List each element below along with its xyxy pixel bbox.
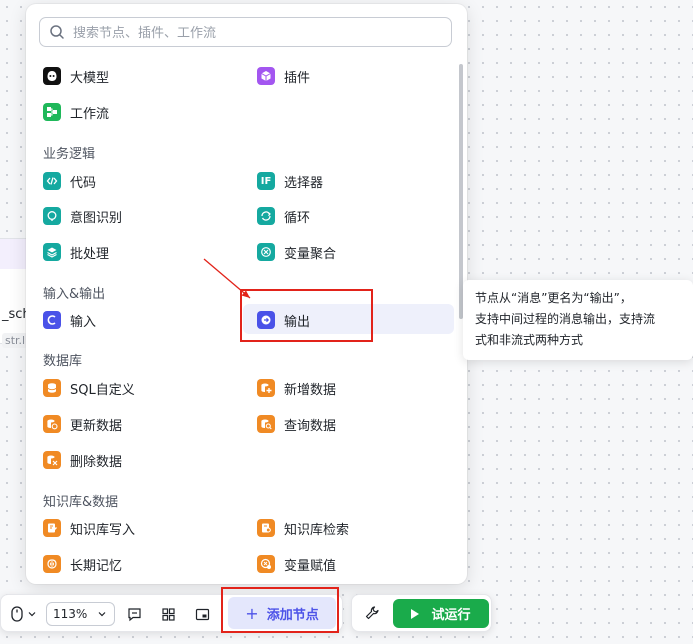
database-delete-icon — [43, 451, 61, 469]
comment-button[interactable] — [125, 605, 143, 623]
run-toolbar: 试运行 — [351, 594, 492, 632]
search-icon — [50, 25, 64, 39]
output-tooltip: 节点从“消息”更名为“输出”， 支持中间过程的消息输出，支持流 式和非流式两种方… — [463, 280, 693, 360]
database-icon — [43, 379, 61, 397]
input-icon — [43, 311, 61, 329]
node-item-label: 删除数据 — [70, 454, 123, 470]
node-item-variable-aggregate[interactable]: 变量聚合 — [257, 239, 336, 265]
canvas-node-type-tag: str.l — [2, 333, 29, 348]
workflow-icon — [43, 103, 61, 121]
node-item-label: 知识库写入 — [70, 522, 136, 538]
node-item-label: 更新数据 — [70, 418, 123, 434]
node-item-label: SQL自定义 — [70, 382, 135, 398]
section-knowledge-data: 知识库&数据 — [43, 495, 119, 510]
test-run-button[interactable]: 试运行 — [393, 599, 489, 628]
code-icon — [43, 172, 61, 190]
panel-scrollbar[interactable] — [459, 64, 463, 319]
minimap-icon — [195, 608, 209, 620]
loop-icon — [257, 207, 275, 225]
node-item-variable-assign[interactable]: 变量赋值 — [257, 551, 336, 577]
node-item-label: 工作流 — [70, 106, 110, 122]
node-item-label: 查询数据 — [284, 418, 337, 434]
zoom-select[interactable]: 113% — [46, 602, 115, 626]
tooltip-line: 节点从“消息”更名为“输出”， — [475, 291, 632, 305]
llm-icon — [43, 67, 61, 85]
section-business-logic: 业务逻辑 — [43, 147, 96, 162]
search-input[interactable] — [71, 21, 445, 45]
knowledge-search-icon — [257, 519, 275, 537]
node-item-plugin[interactable]: 插件 — [257, 63, 310, 89]
intent-icon — [43, 207, 61, 225]
node-item-long-term-memory[interactable]: 长期记忆 — [43, 551, 122, 577]
minimap-button[interactable] — [193, 605, 211, 623]
node-item-label: 输入 — [70, 314, 97, 330]
tooltip-line: 支持中间过程的消息输出，支持流 — [475, 312, 656, 326]
node-item-batch[interactable]: 批处理 — [43, 239, 109, 265]
zoom-value: 113% — [53, 607, 88, 621]
node-item-llm[interactable]: 大模型 — [43, 63, 109, 89]
wrench-icon[interactable] — [364, 605, 380, 621]
auto-layout-button[interactable] — [159, 605, 177, 623]
database-search-icon — [257, 415, 275, 433]
node-item-label: 插件 — [284, 70, 311, 86]
node-item-kb-write[interactable]: 知识库写入 — [43, 515, 135, 541]
play-icon — [411, 608, 420, 619]
node-item-kb-search[interactable]: 知识库检索 — [257, 515, 349, 541]
layers-icon — [43, 243, 61, 261]
database-add-icon — [257, 379, 275, 397]
aggregate-icon — [257, 243, 275, 261]
node-item-loop[interactable]: 循环 — [257, 203, 310, 229]
annotation-highlight-output — [240, 289, 373, 342]
node-item-insert-data[interactable]: 新增数据 — [257, 375, 336, 401]
memory-icon — [43, 555, 61, 573]
node-item-code[interactable]: 代码 — [43, 168, 96, 194]
knowledge-write-icon — [43, 519, 61, 537]
node-item-label: 大模型 — [70, 70, 110, 86]
chevron-down-icon — [98, 612, 106, 617]
tooltip-line: 式和非流式两种方式 — [475, 333, 584, 347]
node-item-label: 意图识别 — [70, 210, 123, 226]
node-item-input[interactable]: 输入 — [43, 307, 96, 333]
node-item-sql[interactable]: SQL自定义 — [43, 375, 135, 401]
test-run-label: 试运行 — [431, 608, 471, 623]
if-icon: IF — [257, 172, 275, 190]
chevron-down-icon — [28, 612, 36, 617]
node-item-workflow[interactable]: 工作流 — [43, 99, 109, 125]
annotation-highlight-add-node — [221, 587, 339, 633]
node-item-label: 选择器 — [284, 175, 324, 191]
node-item-label: 变量赋值 — [284, 558, 337, 574]
section-input-output: 输入&输出 — [43, 287, 106, 302]
section-database: 数据库 — [43, 354, 83, 369]
search-box[interactable] — [39, 17, 452, 47]
node-item-label: 长期记忆 — [70, 558, 123, 574]
comment-icon — [127, 607, 141, 621]
cube-icon — [257, 67, 275, 85]
node-item-label: 变量聚合 — [284, 246, 337, 262]
mouse-icon — [11, 606, 23, 622]
node-item-label: 批处理 — [70, 246, 110, 262]
node-item-label: 新增数据 — [284, 382, 337, 398]
node-item-label: 知识库检索 — [284, 522, 350, 538]
node-item-delete-data[interactable]: 删除数据 — [43, 447, 122, 473]
grid-icon — [161, 607, 175, 621]
database-update-icon — [43, 415, 61, 433]
node-item-intent[interactable]: 意图识别 — [43, 203, 122, 229]
node-item-query-data[interactable]: 查询数据 — [257, 411, 336, 437]
variable-assign-icon — [257, 555, 275, 573]
node-item-update-data[interactable]: 更新数据 — [43, 411, 122, 437]
node-item-label: 代码 — [70, 175, 97, 191]
interaction-mode-toggle[interactable] — [11, 604, 41, 624]
node-item-selector[interactable]: IF 选择器 — [257, 168, 323, 194]
node-item-label: 循环 — [284, 210, 311, 226]
